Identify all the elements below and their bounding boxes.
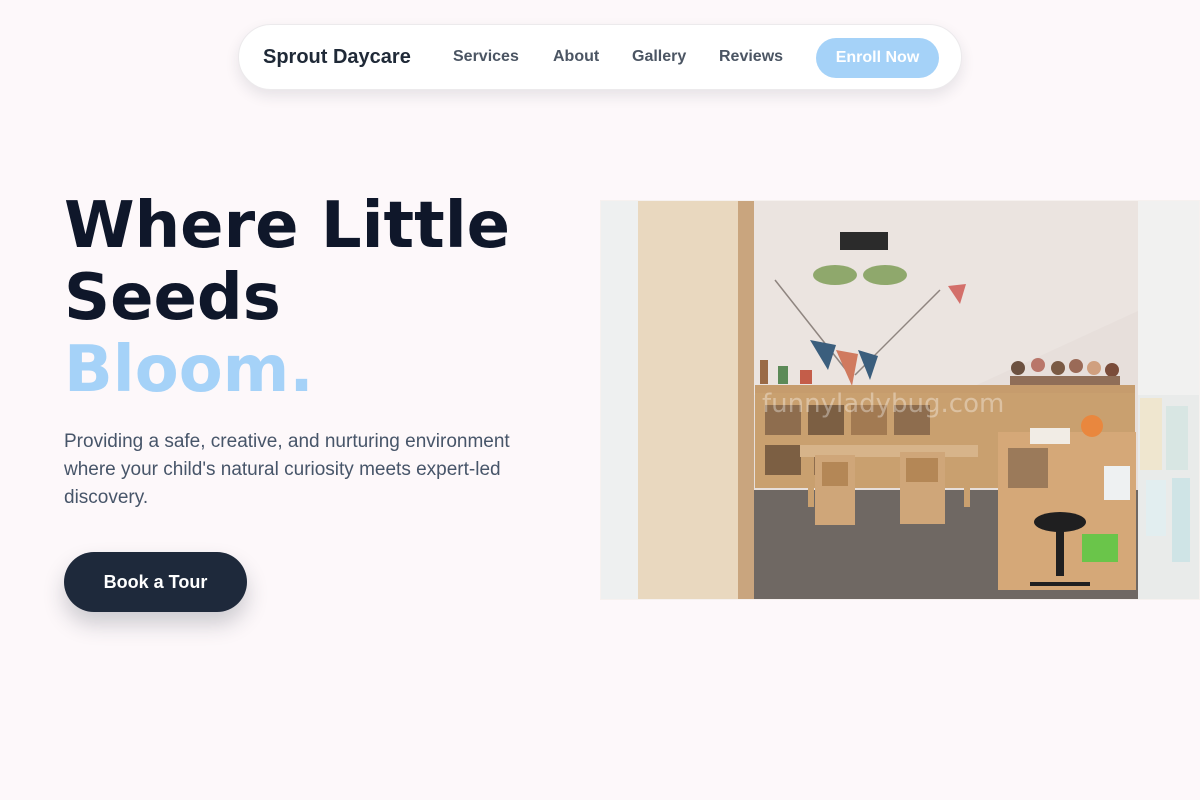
top-navigation: Sprout Daycare Services About Gallery Re… (238, 24, 962, 90)
hero-title-line-2: Seeds (64, 261, 281, 335)
hero-description: Providing a safe, creative, and nurturin… (64, 431, 510, 508)
hero-title: Where Little Seeds Bloom. (64, 190, 510, 406)
nav-link-gallery[interactable]: Gallery (632, 25, 686, 89)
book-a-tour-button[interactable]: Book a Tour (64, 552, 247, 612)
nav-link-about[interactable]: About (553, 25, 599, 89)
hero-title-line-1: Where Little (64, 189, 511, 263)
hero-title-accent: Bloom. (64, 333, 314, 407)
classroom-illustration: funnyladybug.com (600, 200, 1200, 600)
nav-link-services[interactable]: Services (453, 25, 519, 89)
nav-link-reviews[interactable]: Reviews (719, 25, 783, 89)
classroom-photo: funnyladybug.com (600, 200, 1200, 600)
image-watermark: funnyladybug.com (762, 389, 1004, 419)
enroll-now-button[interactable]: Enroll Now (816, 38, 939, 78)
brand-logo[interactable]: Sprout Daycare (263, 25, 411, 89)
